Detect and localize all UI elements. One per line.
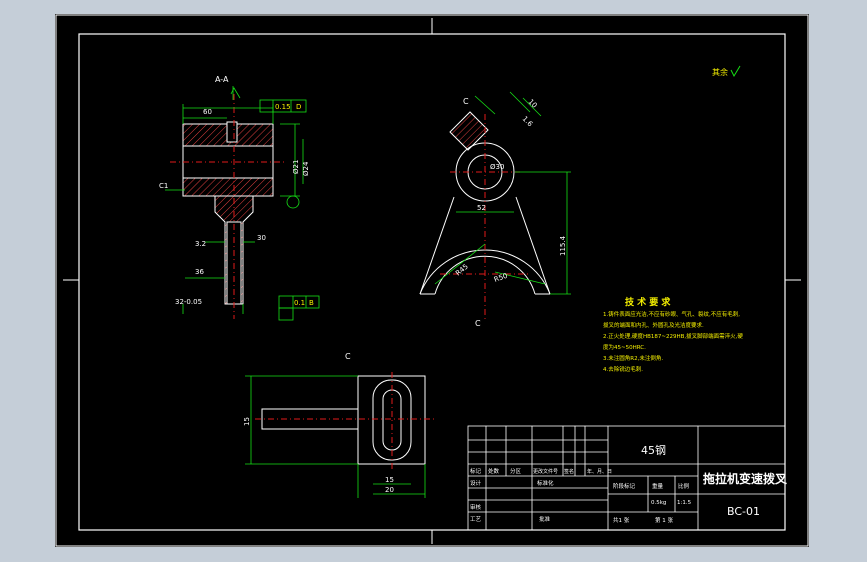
- dim-15: 15: [385, 476, 394, 484]
- label-design: 设计: [470, 479, 482, 487]
- technical-requirements: 技 术 要 求 1.铸件表面应光洁,不应有砂眼、气孔、裂纹,不应有毛刺, 拔叉的…: [603, 296, 743, 373]
- title-block: 45钢 拖拉机变速拨叉 BC-01 标记 处数 分区 更改文件号 签名 年、月、…: [467, 425, 788, 531]
- tech-title: 技 术 要 求: [625, 296, 671, 308]
- sheet-number: 第 1 张: [655, 516, 673, 524]
- label-standard: 标准化: [537, 479, 554, 487]
- label-scale: 比例: [678, 482, 690, 490]
- tol-01: 0.1: [294, 299, 305, 307]
- dim-d24: Ø24: [302, 161, 310, 176]
- tech-item: 3.未注圆角R2,未注倒角.: [603, 354, 663, 362]
- material: 45钢: [641, 444, 666, 457]
- dim-r50: R50: [493, 272, 509, 284]
- dim-20: 20: [385, 486, 394, 494]
- label-change-doc: 更改文件号: [533, 468, 558, 475]
- section-label: A-A: [215, 75, 229, 84]
- dim-60: 60: [203, 108, 212, 116]
- drawing-sheet: 其余 A-A 60 0.15 D C1 36 Ø21 Ø24 30 3.2 0.…: [55, 14, 809, 547]
- dim-15-side: 15: [243, 417, 251, 426]
- center-marks: [63, 18, 801, 544]
- view-c-arrow-bottom: C: [475, 319, 481, 328]
- roughness-symbol: [730, 65, 741, 78]
- dim-c1: C1: [159, 182, 168, 190]
- front-view-fork: C 52 Ø30 115.4 R45 R50 10 1.6 C: [419, 91, 571, 328]
- tech-item: 度为45~50HRC.: [603, 343, 646, 351]
- datum-b: B: [309, 299, 314, 307]
- tech-item: 2.正火处理,硬度HB187~229HB,拔叉脚部端面需淬火,硬: [603, 332, 743, 340]
- dim-d21: Ø21: [292, 160, 300, 174]
- view-c: C 15 15 20: [243, 352, 435, 498]
- view-c-label: C: [345, 352, 351, 361]
- sheet-count: 共1 张: [613, 516, 630, 524]
- scale-value: 1:1.5: [677, 500, 692, 506]
- label-date: 年、月、日: [587, 468, 612, 475]
- tech-item: 4.去除锐边毛刺.: [603, 365, 643, 373]
- roughness-note: 其余: [712, 67, 728, 77]
- rough-16: 1.6: [521, 115, 535, 129]
- label-review: 审核: [470, 503, 482, 511]
- label-mark: 标记: [470, 467, 482, 475]
- dim-10: 10: [527, 98, 539, 110]
- label-stage: 阶段标记: [613, 482, 636, 490]
- label-zone: 分区: [510, 467, 522, 475]
- tech-item: 1.铸件表面应光洁,不应有砂眼、气孔、裂纹,不应有毛刺,: [603, 310, 740, 318]
- dim-32: 32-0.05: [175, 298, 202, 306]
- label-count: 处数: [488, 467, 500, 475]
- dim-1154: 115.4: [559, 235, 567, 256]
- label-approve: 批准: [539, 515, 551, 523]
- label-process: 工艺: [470, 516, 482, 523]
- rough-32: 3.2: [195, 240, 206, 248]
- dim-d30: Ø30: [490, 163, 504, 171]
- label-sign: 签名: [564, 468, 574, 475]
- weight-value: 0.5kg: [651, 500, 666, 506]
- view-c-arrow: C: [463, 97, 469, 106]
- part-name: 拖拉机变速拨叉: [703, 471, 788, 486]
- drawing-number: BC-01: [727, 505, 760, 518]
- dim-36: 36: [195, 268, 204, 276]
- section-view-a: A-A 60 0.15 D C1 36 Ø21 Ø24 30 3.2 0.1 B…: [159, 75, 320, 321]
- dim-30: 30: [257, 234, 266, 242]
- cad-drawing: 其余 A-A 60 0.15 D C1 36 Ø21 Ø24 30 3.2 0.…: [55, 14, 809, 547]
- label-weight: 重量: [652, 482, 664, 490]
- outer-border: [55, 14, 809, 547]
- tech-item: 拔叉的端面和内孔、外圆孔及光洁度要求.: [603, 321, 704, 329]
- tol-015: 0.15: [275, 103, 291, 111]
- datum-d: D: [296, 103, 301, 111]
- dim-52: 52: [477, 204, 486, 212]
